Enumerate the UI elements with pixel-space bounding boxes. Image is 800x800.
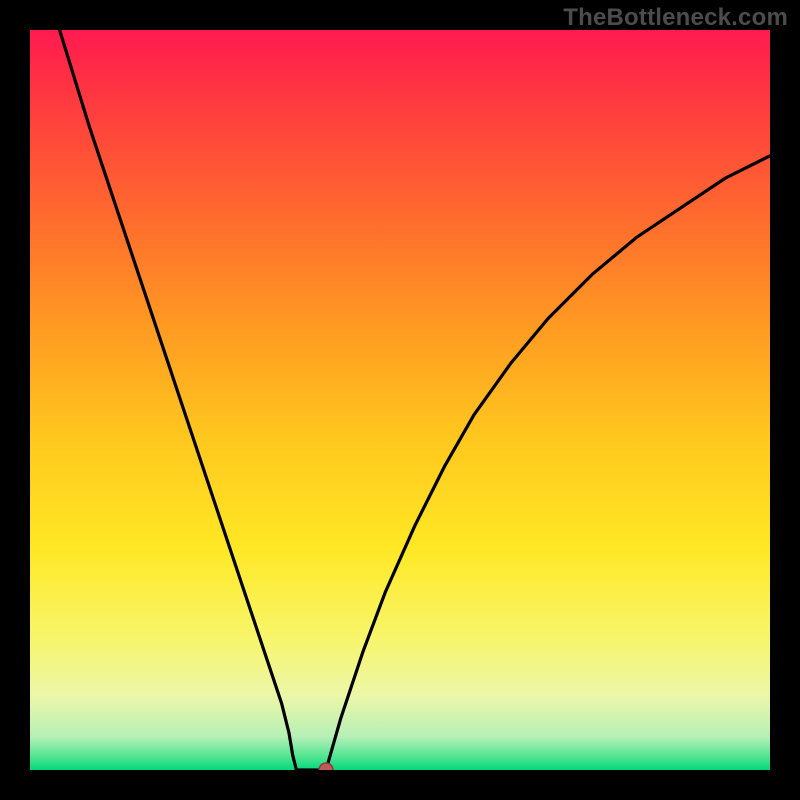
bottleneck-chart (30, 30, 770, 770)
optimum-marker (319, 763, 333, 770)
plot-frame (30, 30, 770, 770)
watermark-text: TheBottleneck.com (563, 4, 788, 32)
heat-background (30, 30, 770, 770)
chart-stage: TheBottleneck.com (0, 0, 800, 800)
